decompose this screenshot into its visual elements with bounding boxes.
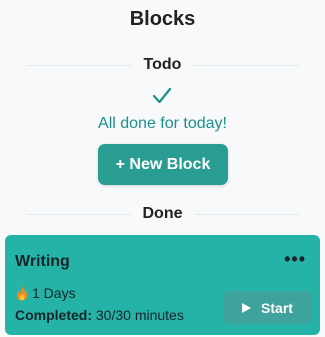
empty-todo-message: All done for today!	[98, 115, 227, 132]
start-button-label: Start	[261, 299, 293, 316]
block-card-writing[interactable]: Writing ••• 1 Days Completed: 30/30 minu…	[5, 235, 320, 335]
streak-row: 1 Days	[15, 285, 76, 301]
divider	[26, 64, 132, 66]
completed-row: Completed: 30/30 minutes	[15, 307, 184, 323]
new-block-button[interactable]: + New Block	[98, 144, 228, 185]
todo-header-label: Todo	[143, 56, 182, 73]
more-options-button[interactable]: •••	[284, 250, 306, 268]
play-icon	[242, 302, 252, 313]
divider	[194, 213, 299, 215]
block-title: Writing	[15, 253, 70, 270]
completed-label: Completed:	[15, 307, 92, 323]
divider	[193, 64, 299, 66]
completed-value: 30/30 minutes	[95, 307, 184, 323]
start-button[interactable]: Start	[224, 291, 311, 324]
divider	[26, 213, 131, 215]
done-header-label: Done	[142, 205, 183, 222]
flame-icon	[17, 286, 27, 301]
todo-section-header: Todo	[26, 56, 299, 74]
check-icon	[152, 87, 172, 104]
streak-text: 1 Days	[32, 285, 76, 301]
page-title: Blocks	[129, 8, 196, 30]
done-section-header: Done	[26, 205, 299, 223]
